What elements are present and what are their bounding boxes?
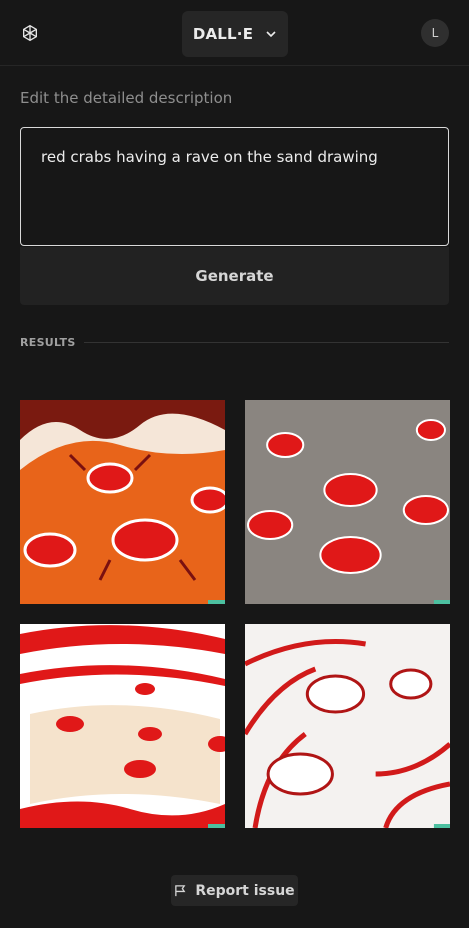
chevron-down-icon (266, 31, 276, 38)
divider (84, 342, 449, 343)
top-bar: DALL·E L (0, 0, 469, 66)
model-label: DALL·E (192, 25, 254, 43)
result-image-3[interactable] (20, 624, 225, 828)
flag-icon (175, 885, 186, 897)
result-image-4[interactable] (245, 624, 450, 828)
generate-button[interactable]: Generate (20, 247, 449, 305)
prompt-heading: Edit the detailed description (20, 89, 233, 107)
openai-logo-icon[interactable] (20, 23, 40, 43)
report-issue-button[interactable]: Report issue (171, 875, 298, 906)
model-selector[interactable]: DALL·E (182, 11, 288, 57)
result-image-1[interactable] (20, 400, 225, 604)
results-heading: RESULTS (20, 336, 76, 349)
result-image-2[interactable] (245, 400, 450, 604)
prompt-textarea[interactable]: red crabs having a rave on the sand draw… (20, 127, 449, 246)
avatar[interactable]: L (421, 19, 449, 47)
report-issue-label: Report issue (195, 882, 295, 899)
